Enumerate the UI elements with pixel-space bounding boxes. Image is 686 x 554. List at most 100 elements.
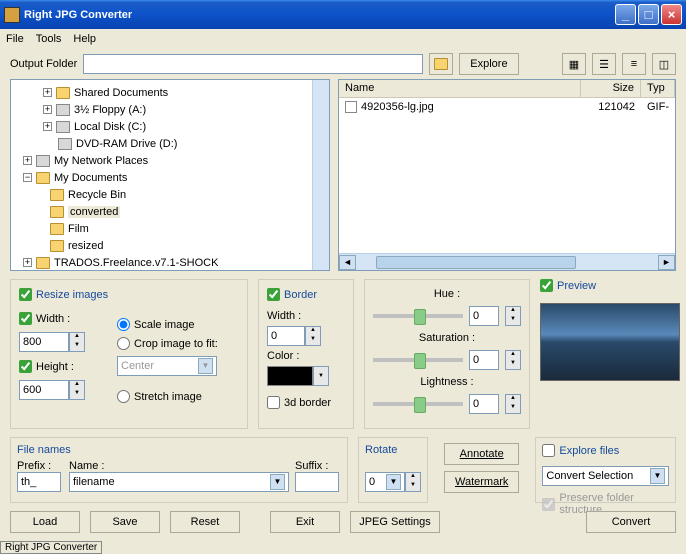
browse-folder-icon[interactable] <box>429 53 453 75</box>
folder-icon <box>50 206 64 218</box>
tree-item[interactable]: +Shared Documents <box>13 84 327 101</box>
rotate-spinner[interactable]: ▲▼ <box>405 472 421 492</box>
lightness-spinner[interactable]: ▲▼ <box>505 394 521 414</box>
lightness-slider[interactable] <box>373 402 463 406</box>
output-folder-input[interactable] <box>83 54 423 74</box>
tree-scrollbar[interactable] <box>312 80 329 270</box>
expand-icon[interactable]: + <box>23 156 32 165</box>
tree-label: converted <box>68 206 120 218</box>
border-width-input[interactable] <box>267 326 305 346</box>
height-spinner[interactable]: ▲▼ <box>69 380 85 400</box>
tree-item[interactable]: Film <box>13 220 327 237</box>
folder-icon <box>56 87 70 99</box>
explore-files-checkbox[interactable] <box>542 444 555 457</box>
expand-icon[interactable]: + <box>23 258 32 267</box>
expand-icon[interactable]: + <box>43 105 52 114</box>
tree-item[interactable]: + Local Disk (C:) <box>13 118 327 135</box>
hsl-group: Hue : ▲▼ Saturation : ▲▼ Lightness : ▲▼ <box>364 279 530 429</box>
col-size[interactable]: Size <box>581 80 641 97</box>
folder-icon <box>56 121 70 133</box>
annotate-button[interactable]: Annotate <box>444 443 519 465</box>
folder-icon <box>56 104 70 116</box>
border-color-swatch[interactable] <box>267 366 313 386</box>
tree-item[interactable]: + My Network Places <box>13 152 327 169</box>
view-thumbnails-button[interactable]: ◫ <box>652 53 676 75</box>
minimize-button[interactable]: _ <box>615 4 636 25</box>
folder-tree[interactable]: +Shared Documents+3½ Floppy (A:)+Local D… <box>10 79 330 271</box>
hue-slider[interactable] <box>373 314 463 318</box>
height-checkbox[interactable] <box>19 360 32 373</box>
tree-item[interactable]: DVD-RAM Drive (D:) <box>13 135 327 152</box>
expand-icon[interactable]: − <box>23 173 32 182</box>
rotate-group: Rotate 0▼▲▼ <box>358 437 428 503</box>
menu-tools[interactable]: Tools <box>36 33 62 45</box>
crop-combo[interactable]: Center▼ <box>117 356 217 376</box>
tree-label: My Documents <box>54 172 127 184</box>
saturation-spinner[interactable]: ▲▼ <box>505 350 521 370</box>
lightness-input[interactable] <box>469 394 499 414</box>
expand-icon[interactable]: + <box>43 122 52 131</box>
tree-label: Local Disk (C:) <box>74 121 146 133</box>
resize-checkbox[interactable] <box>19 288 32 301</box>
border-checkbox[interactable] <box>267 288 280 301</box>
preview-checkbox[interactable] <box>540 279 553 292</box>
tree-item[interactable]: +3½ Floppy (A:) <box>13 101 327 118</box>
hue-input[interactable] <box>469 306 499 326</box>
view-list-button[interactable]: ☰ <box>592 53 616 75</box>
exit-button[interactable]: Exit <box>270 511 340 533</box>
view-icons-button[interactable]: ▦ <box>562 53 586 75</box>
file-name: 4920356-lg.jpg <box>361 101 434 113</box>
folder-icon <box>36 172 50 184</box>
expand-icon[interactable]: + <box>43 88 52 97</box>
convert-button[interactable]: Convert <box>586 511 676 533</box>
name-combo[interactable]: filename▼ <box>69 472 289 492</box>
tree-label: resized <box>68 240 103 252</box>
jpeg-settings-button[interactable]: JPEG Settings <box>350 511 440 533</box>
file-list[interactable]: Name Size Typ 4920356-lg.jpg 121042 GIF-… <box>338 79 676 271</box>
convert-selection-combo[interactable]: Convert Selection▼ <box>542 466 669 486</box>
crop-radio[interactable] <box>117 337 130 350</box>
watermark-button[interactable]: Watermark <box>444 471 519 493</box>
tree-item[interactable]: − My Documents <box>13 169 327 186</box>
save-button[interactable]: Save <box>90 511 160 533</box>
border-width-spinner[interactable]: ▲▼ <box>305 326 321 346</box>
col-name[interactable]: Name <box>339 80 581 97</box>
rotate-combo[interactable]: 0▼ <box>365 472 405 492</box>
stretch-radio[interactable] <box>117 390 130 403</box>
menu-file[interactable]: File <box>6 33 24 45</box>
tree-item[interactable]: converted <box>13 203 327 220</box>
suffix-input[interactable] <box>295 472 339 492</box>
taskbar-tooltip: Right JPG Converter <box>0 541 102 554</box>
file-row[interactable]: 4920356-lg.jpg 121042 GIF- <box>339 98 675 116</box>
tree-item[interactable]: resized <box>13 237 327 254</box>
file-size: 121042 <box>581 99 641 115</box>
tree-label: My Network Places <box>54 155 148 167</box>
saturation-input[interactable] <box>469 350 499 370</box>
tree-item[interactable]: Recycle Bin <box>13 186 327 203</box>
prefix-input[interactable] <box>17 472 61 492</box>
scale-radio[interactable] <box>117 318 130 331</box>
explore-button[interactable]: Explore <box>459 53 518 75</box>
width-checkbox[interactable] <box>19 312 32 325</box>
app-title: Right JPG Converter <box>24 9 132 21</box>
load-button[interactable]: Load <box>10 511 80 533</box>
close-button[interactable]: × <box>661 4 682 25</box>
file-hscrollbar[interactable]: ◄► <box>339 253 675 270</box>
saturation-slider[interactable] <box>373 358 463 362</box>
output-folder-label: Output Folder <box>10 58 77 70</box>
tree-label: Film <box>68 223 89 235</box>
col-type[interactable]: Typ <box>641 80 675 97</box>
3d-border-checkbox[interactable] <box>267 396 280 409</box>
file-icon <box>345 101 357 113</box>
width-spinner[interactable]: ▲▼ <box>69 332 85 352</box>
height-input[interactable] <box>19 380 69 400</box>
view-details-button[interactable]: ≡ <box>622 53 646 75</box>
width-input[interactable] <box>19 332 69 352</box>
hue-spinner[interactable]: ▲▼ <box>505 306 521 326</box>
file-type: GIF- <box>641 99 675 115</box>
reset-button[interactable]: Reset <box>170 511 240 533</box>
maximize-button[interactable]: □ <box>638 4 659 25</box>
menu-help[interactable]: Help <box>73 33 96 45</box>
tree-item[interactable]: +TRADOS.Freelance.v7.1-SHOCK <box>13 254 327 271</box>
border-color-dropdown[interactable]: ▼ <box>313 366 329 386</box>
